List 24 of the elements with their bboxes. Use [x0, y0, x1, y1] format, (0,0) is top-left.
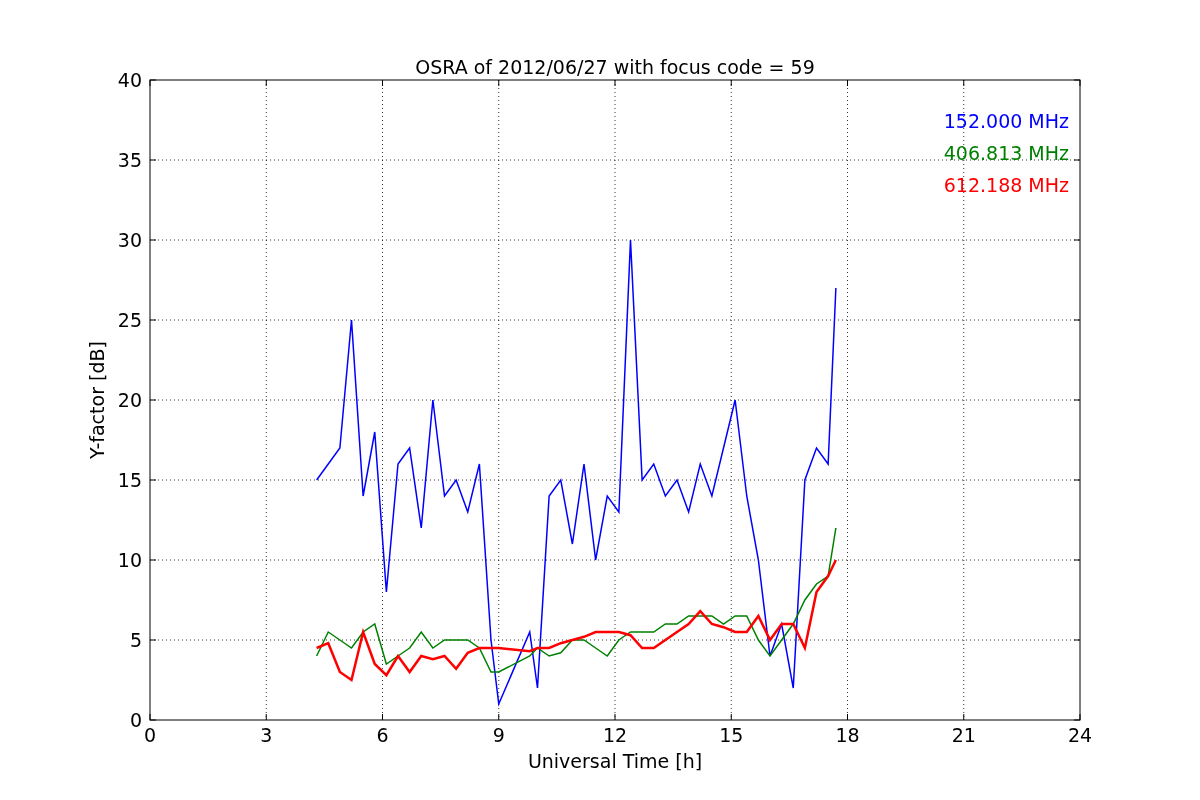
x-axis-label: Universal Time [h]: [527, 750, 703, 772]
y-tick-label: 20: [117, 389, 142, 411]
chart-title: OSRA of 2012/06/27 with focus code = 59: [415, 56, 815, 78]
y-tick-label: 30: [117, 229, 142, 251]
x-tick-label: 6: [376, 724, 389, 746]
x-tick-label: 3: [260, 724, 273, 746]
x-tick-label: 24: [1067, 724, 1093, 746]
x-tick-label: 18: [835, 724, 860, 746]
legend-label: 152.000 MHz: [943, 110, 1069, 132]
x-tick-label: 0: [143, 724, 157, 746]
y-tick-label: 0: [129, 709, 142, 731]
y-axis-label: Y-factor [dB]: [86, 341, 108, 459]
y-tick-label: 40: [117, 69, 142, 91]
y-tick-label: 25: [117, 309, 142, 331]
y-tick-label: 10: [117, 549, 142, 571]
x-tick-label: 15: [719, 724, 744, 746]
x-tick-label: 9: [492, 724, 505, 746]
y-tick-label: 35: [117, 149, 142, 171]
y-tick-label: 5: [129, 629, 142, 651]
y-tick-label: 15: [117, 469, 142, 491]
x-tick-label: 12: [602, 724, 628, 746]
legend-label: 406.813 MHz: [943, 142, 1069, 164]
legend-label: 612.188 MHz: [943, 174, 1069, 196]
x-tick-label: 21: [951, 724, 976, 746]
